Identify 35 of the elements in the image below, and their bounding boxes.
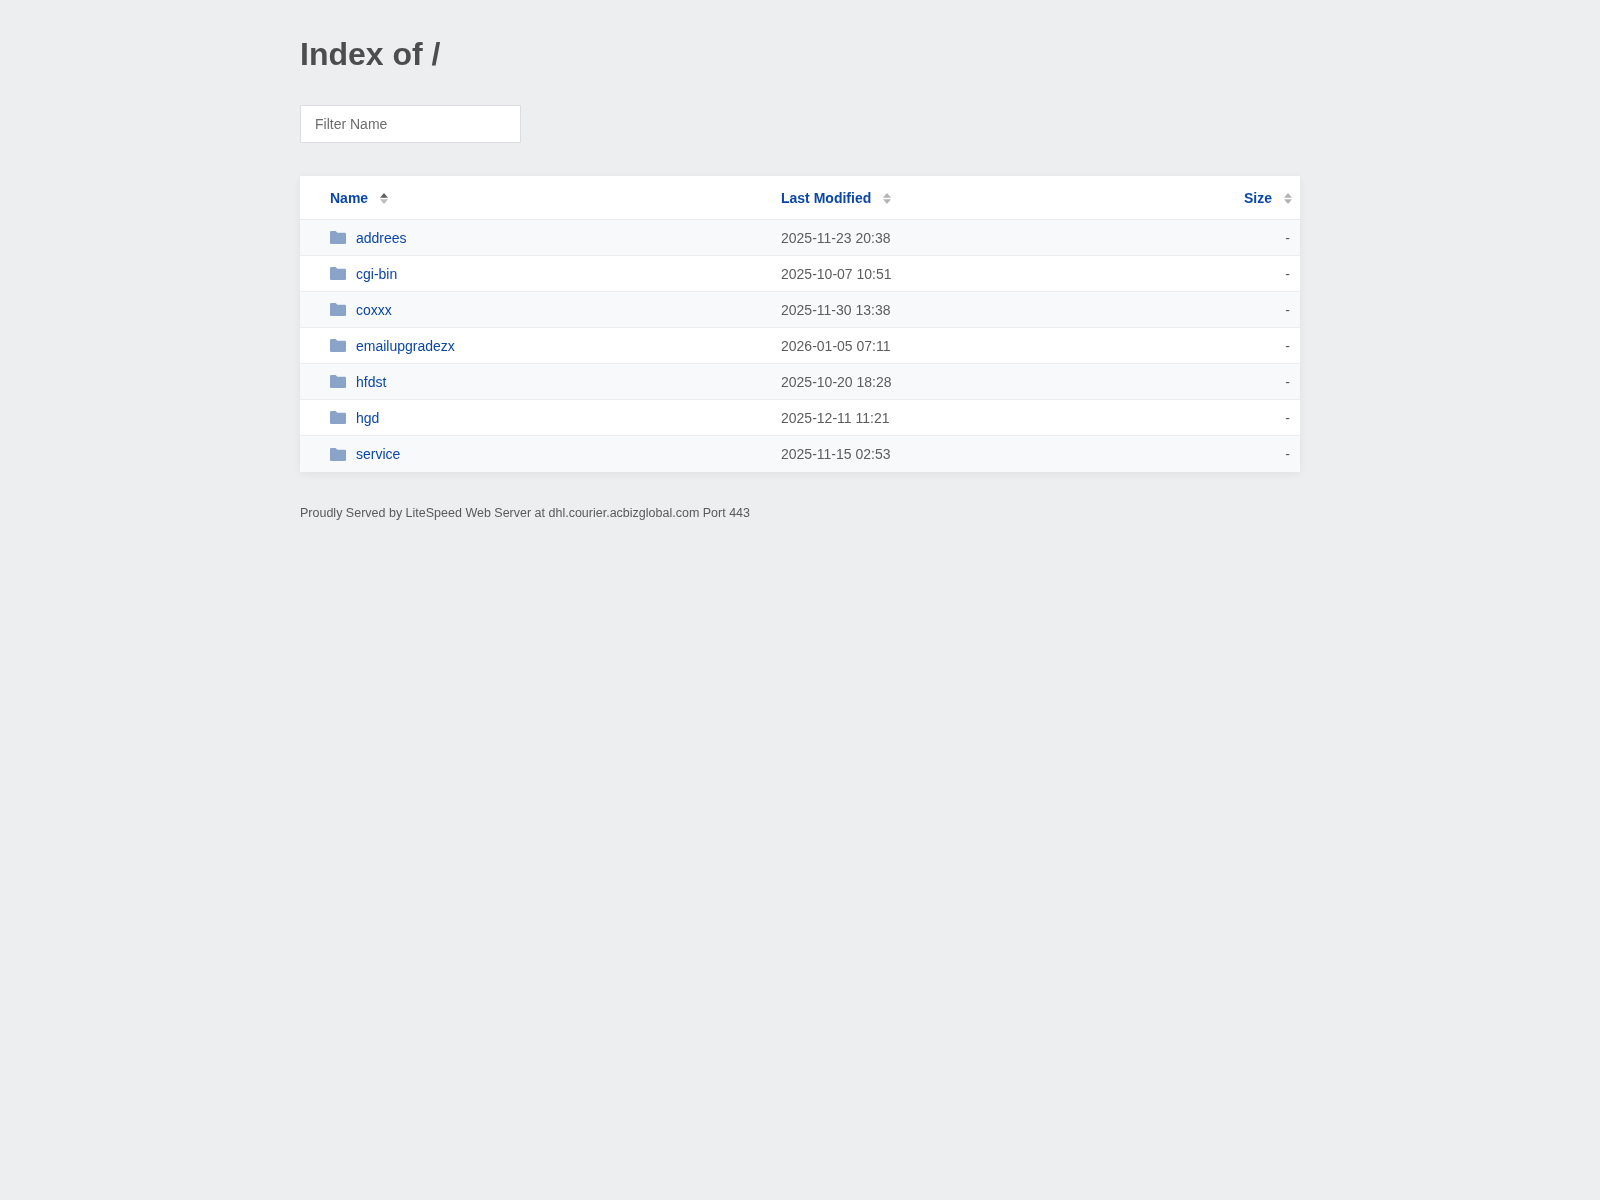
size-text: - bbox=[1285, 373, 1291, 390]
column-header-link[interactable]: Last Modified bbox=[781, 189, 872, 206]
date-text: 2025-11-15 02:53 bbox=[781, 446, 891, 462]
folder-icon bbox=[330, 303, 346, 316]
size-text: - bbox=[1285, 446, 1291, 462]
folder-link[interactable]: cgi-bin bbox=[356, 265, 398, 282]
server-footer-text: Proudly Served by LiteSpeed Web Server at dhl.courier.acbizglobal.com Port 443 bbox=[300, 506, 751, 520]
folder-icon bbox=[330, 447, 346, 461]
folder-icon bbox=[330, 267, 346, 280]
date-text: 2025-10-20 18:28 bbox=[781, 373, 892, 390]
folder-link[interactable]: emailupgradezx bbox=[356, 337, 455, 354]
column-header-link[interactable]: Size bbox=[1244, 189, 1272, 206]
page-title: Index of / bbox=[300, 36, 441, 73]
date-text: 2025-11-23 20:38 bbox=[781, 229, 891, 246]
folder-link[interactable]: addrees bbox=[356, 229, 407, 246]
size-text: - bbox=[1285, 301, 1291, 318]
size-text: - bbox=[1285, 265, 1291, 282]
folder-icon bbox=[330, 231, 346, 244]
filter-field[interactable]: Filter Name bbox=[300, 105, 521, 143]
date-text: 2025-12-11 11:21 bbox=[781, 409, 890, 426]
folder-link[interactable]: service bbox=[356, 446, 401, 462]
size-text: - bbox=[1285, 409, 1291, 426]
date-text: 2025-11-30 13:38 bbox=[781, 301, 891, 318]
folder-icon bbox=[330, 375, 346, 388]
folder-link[interactable]: hgd bbox=[356, 409, 380, 426]
folder-icon bbox=[330, 339, 346, 352]
folder-link[interactable]: hfdst bbox=[356, 373, 387, 390]
folder-icon bbox=[330, 411, 346, 424]
sort-icon[interactable] bbox=[380, 193, 389, 204]
column-header-link[interactable]: Name bbox=[330, 189, 369, 206]
size-text: - bbox=[1285, 229, 1291, 246]
size-text: - bbox=[1285, 337, 1291, 354]
folder-link[interactable]: coxxx bbox=[356, 301, 392, 318]
date-text: 2025-10-07 10:51 bbox=[781, 265, 892, 282]
date-text: 2026-01-05 07:11 bbox=[781, 337, 891, 354]
